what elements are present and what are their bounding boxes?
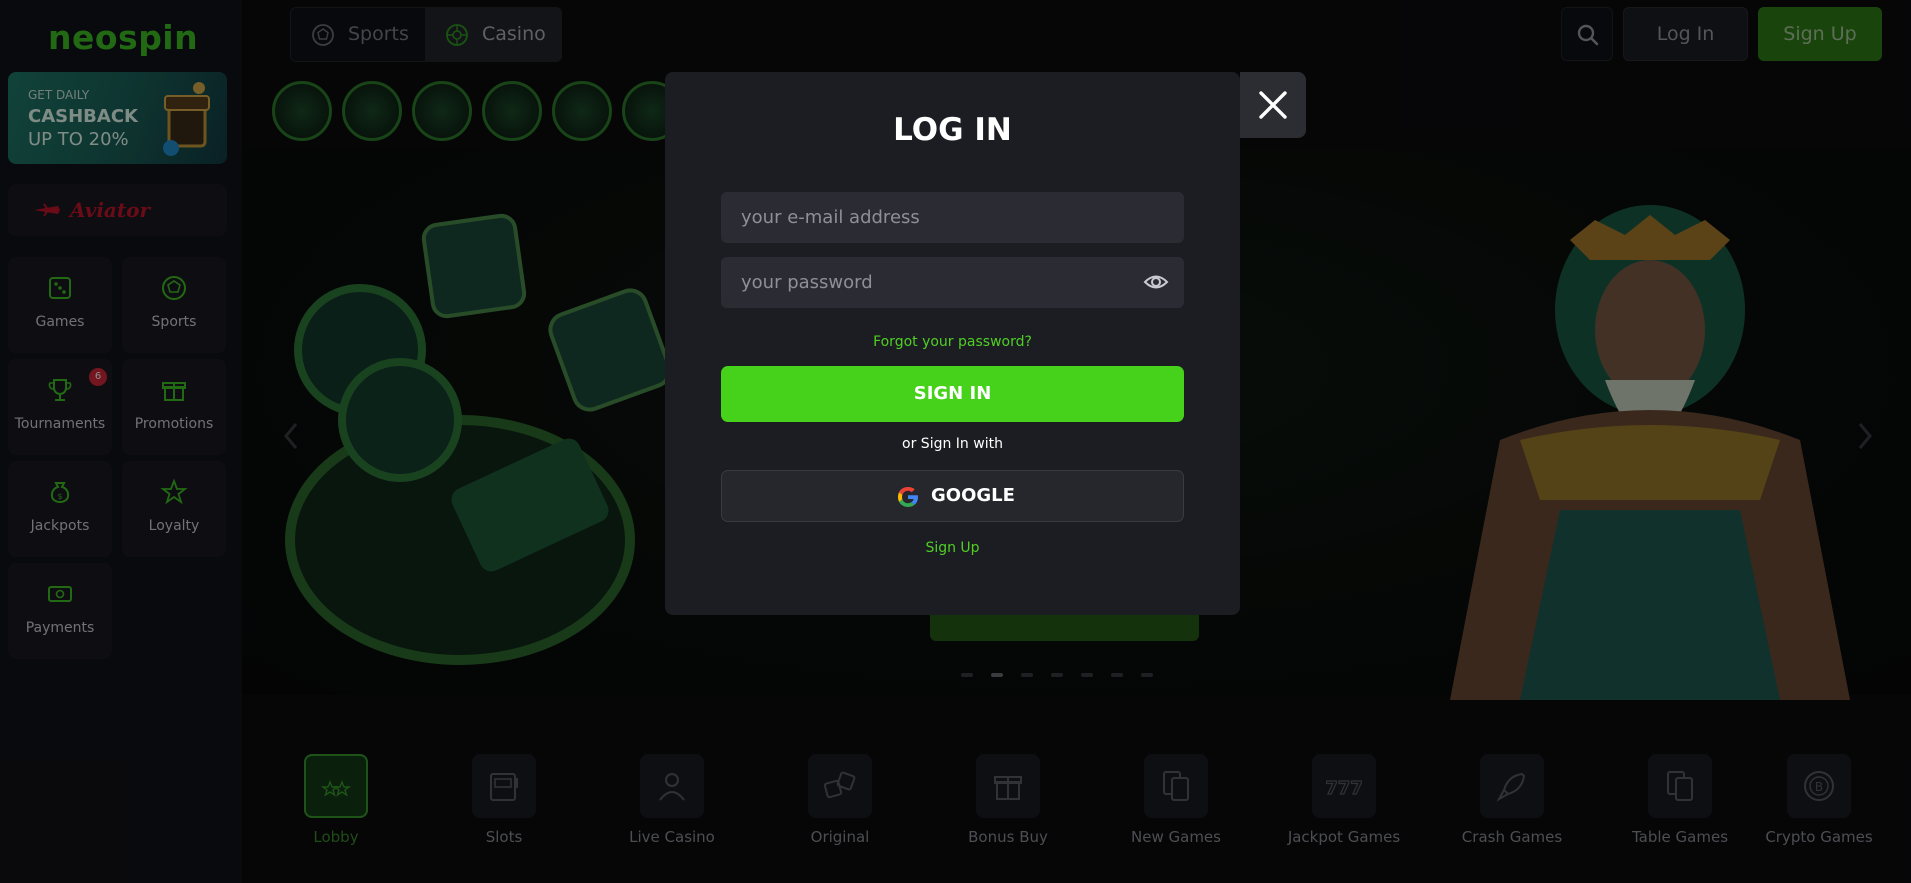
close-icon bbox=[1259, 91, 1287, 119]
or-sign-in-with-label: or Sign In with bbox=[902, 436, 1003, 452]
forgot-password-link[interactable]: Forgot your password? bbox=[665, 334, 1240, 350]
password-field[interactable] bbox=[721, 257, 1184, 308]
app: neospin GET DAILY CASHBACK UP TO 20% Avi… bbox=[0, 0, 1911, 883]
google-icon bbox=[898, 487, 918, 507]
login-modal: LOG IN Forgot your password? SIGN IN or … bbox=[665, 72, 1240, 615]
email-field[interactable] bbox=[721, 192, 1184, 243]
modal-title: LOG IN bbox=[893, 112, 1012, 148]
password-input[interactable] bbox=[721, 257, 1184, 308]
google-sign-in-button[interactable]: GOOGLE bbox=[721, 470, 1184, 522]
google-label: GOOGLE bbox=[931, 485, 1015, 506]
eye-icon[interactable] bbox=[1143, 271, 1169, 293]
sign-up-link[interactable]: Sign Up bbox=[665, 540, 1240, 556]
email-input[interactable] bbox=[721, 192, 1184, 243]
close-modal-button[interactable] bbox=[1240, 72, 1306, 138]
sign-in-button[interactable]: SIGN IN bbox=[721, 366, 1184, 422]
